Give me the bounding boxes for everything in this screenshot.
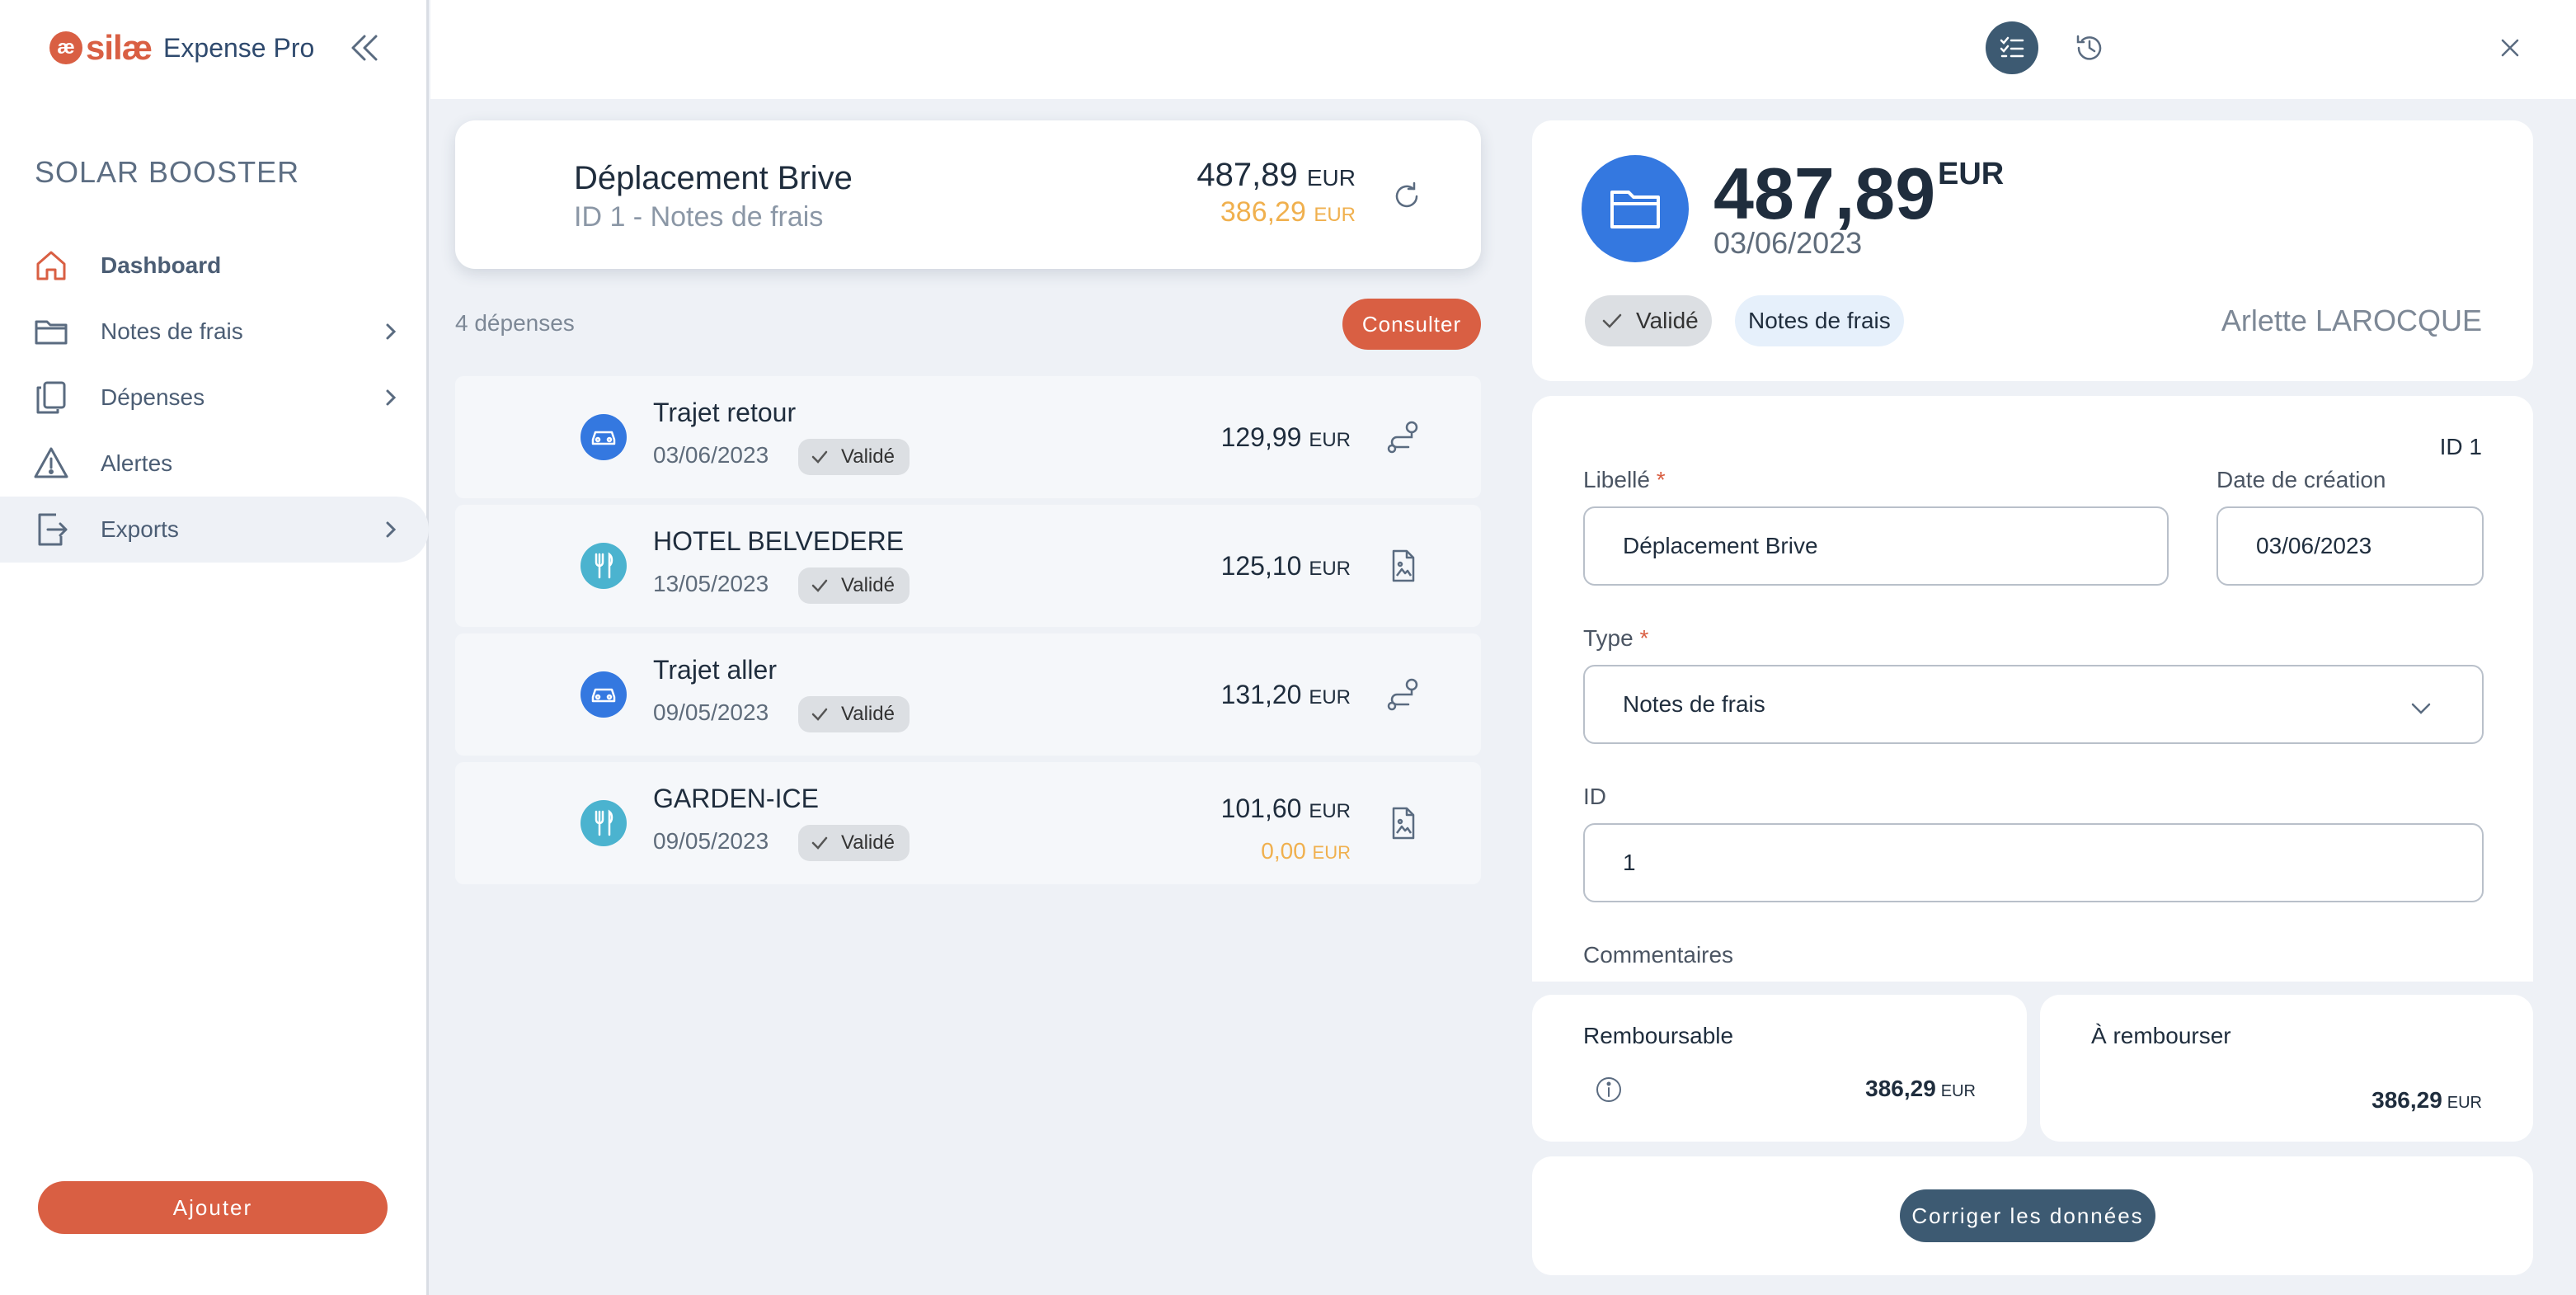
home-icon <box>33 247 69 284</box>
close-icon[interactable] <box>2484 21 2536 74</box>
date-creation-field[interactable]: 03/06/2023 <box>2216 506 2484 586</box>
detail-amount: 487,89 <box>1713 153 1936 234</box>
id-label: ID <box>1583 784 1606 809</box>
add-button[interactable]: Ajouter <box>38 1181 388 1234</box>
type-badge: Notes de frais <box>1735 295 1904 346</box>
detail-form: ID 1 Libellé * Déplacement Brive Date de… <box>1532 396 2533 982</box>
sidebar-item-label: Dépenses <box>101 384 205 410</box>
app-logo[interactable]: æ silæ Expense Pro <box>49 28 315 67</box>
report-subtitle: ID 1 - Notes de frais <box>574 201 824 233</box>
receipt-icon[interactable] <box>1384 803 1423 843</box>
owner-name: Arlette LAROCQUE <box>2221 304 2482 337</box>
expense-date: 03/06/2023 <box>653 442 769 468</box>
expense-amount: 131,20 EUR <box>1220 680 1351 709</box>
list-item[interactable]: GARDEN-ICE 09/05/2023 Validé 101,60 EUR … <box>455 762 1481 884</box>
expense-date: 13/05/2023 <box>653 571 769 596</box>
folder-icon <box>33 313 69 350</box>
a-rembourser-label: À rembourser <box>2091 1023 2231 1048</box>
expense-title: GARDEN-ICE <box>653 784 819 813</box>
a-rembourser-value: 386,29 EUR <box>2372 1087 2482 1113</box>
list-item[interactable]: HOTEL BELVEDERE 13/05/2023 Validé 125,10… <box>455 505 1481 627</box>
status-badge: Validé <box>1585 295 1712 346</box>
expense-amount: 129,99 EUR <box>1220 422 1351 452</box>
expense-amount: 101,60 EUR <box>1220 793 1351 823</box>
copy-icon <box>33 379 69 416</box>
restaurant-icon <box>581 800 627 846</box>
sidebar-item-depenses[interactable]: Dépenses <box>0 365 429 431</box>
expense-title: HOTEL BELVEDERE <box>653 526 905 556</box>
route-icon[interactable] <box>1384 675 1423 714</box>
remboursable-label: Remboursable <box>1583 1023 1734 1048</box>
report-reimbursable-amount: 386,29 EUR <box>1220 196 1356 228</box>
chevron-down-icon <box>2409 696 2433 723</box>
libelle-label: Libellé * <box>1583 467 1666 492</box>
list-item[interactable]: Trajet aller 09/05/2023 Validé 131,20 EU… <box>455 633 1481 756</box>
libelle-field[interactable]: Déplacement Brive <box>1583 506 2169 586</box>
logo-mark: æ <box>49 31 82 64</box>
list-item[interactable]: Trajet retour 03/06/2023 Validé 129,99 E… <box>455 376 1481 498</box>
sidebar-item-label: Alertes <box>101 450 173 476</box>
car-icon <box>581 414 627 460</box>
report-title: Déplacement Brive <box>574 160 853 196</box>
expense-date: 09/05/2023 <box>653 699 769 725</box>
sidebar-item-dashboard[interactable]: Dashboard <box>0 233 429 299</box>
sidebar-item-label: Notes de frais <box>101 318 243 344</box>
expense-title: Trajet aller <box>653 655 777 685</box>
expense-date: 09/05/2023 <box>653 828 769 854</box>
report-header-card: Déplacement Brive ID 1 - Notes de frais … <box>455 120 1481 269</box>
warning-icon <box>33 445 69 482</box>
logo-silae: silæ <box>86 28 153 67</box>
company-name: SOLAR BOOSTER <box>35 155 300 189</box>
status-badge: Validé <box>798 825 910 861</box>
detail-summary-card: 487,89 EUR 03/06/2023 Validé Notes de fr… <box>1532 120 2533 381</box>
restaurant-icon <box>581 543 627 589</box>
refresh-icon[interactable] <box>1390 180 1423 213</box>
sidebar-item-notes-de-frais[interactable]: Notes de frais <box>0 299 429 365</box>
chevron-right-icon <box>381 386 401 409</box>
receipt-icon[interactable] <box>1384 546 1423 586</box>
chevron-right-icon <box>381 320 401 343</box>
checklist-icon[interactable] <box>1986 21 2038 74</box>
sidebar-item-exports[interactable]: Exports <box>0 497 429 563</box>
expense-reimbursable-amount: 0,00 EUR <box>1261 838 1351 864</box>
folder-icon <box>1582 155 1689 262</box>
sidebar-item-label: Exports <box>101 516 179 542</box>
status-badge: Validé <box>798 439 910 475</box>
top-bar <box>430 0 2576 99</box>
car-icon <box>581 671 627 718</box>
sidebar-nav: Dashboard Notes de frais Dépenses Alerte… <box>0 233 429 563</box>
sidebar-item-alertes[interactable]: Alertes <box>0 431 429 497</box>
status-badge: Validé <box>798 696 910 732</box>
sidebar-item-label: Dashboard <box>101 252 222 278</box>
chevron-right-icon <box>381 518 401 541</box>
a-rembourser-card: À rembourser 386,29 EUR <box>2040 995 2533 1142</box>
actions-footer: Corriger les données <box>1532 1156 2533 1275</box>
info-icon[interactable] <box>1595 1076 1623 1108</box>
collapse-sidebar-icon[interactable] <box>346 31 383 64</box>
export-icon <box>33 511 69 548</box>
route-icon[interactable] <box>1384 417 1423 457</box>
expense-title: Trajet retour <box>653 398 797 427</box>
report-total-amount: 487,89 EUR <box>1196 157 1356 193</box>
id-field[interactable]: 1 <box>1583 823 2484 902</box>
sidebar: æ silæ Expense Pro SOLAR BOOSTER Dashboa… <box>0 0 429 1295</box>
type-select[interactable]: Notes de frais <box>1583 665 2484 744</box>
id-tag: ID 1 <box>2439 434 2482 459</box>
remboursable-value: 386,29 EUR <box>1865 1076 1976 1101</box>
consult-button[interactable]: Consulter <box>1342 299 1481 350</box>
detail-currency: EUR <box>1938 157 2005 191</box>
detail-date: 03/06/2023 <box>1713 226 1863 260</box>
logo-product: Expense Pro <box>163 32 315 63</box>
remboursable-card: Remboursable 386,29 EUR <box>1532 995 2027 1142</box>
comments-label: Commentaires <box>1583 942 1734 968</box>
status-badge: Validé <box>798 567 910 604</box>
date-creation-label: Date de création <box>2216 467 2386 492</box>
expense-count: 4 dépenses <box>455 310 575 336</box>
type-label: Type * <box>1583 625 1649 651</box>
history-icon[interactable] <box>2063 21 2116 74</box>
fix-data-button[interactable]: Corriger les données <box>1900 1189 2155 1242</box>
expense-amount: 125,10 EUR <box>1220 551 1351 581</box>
